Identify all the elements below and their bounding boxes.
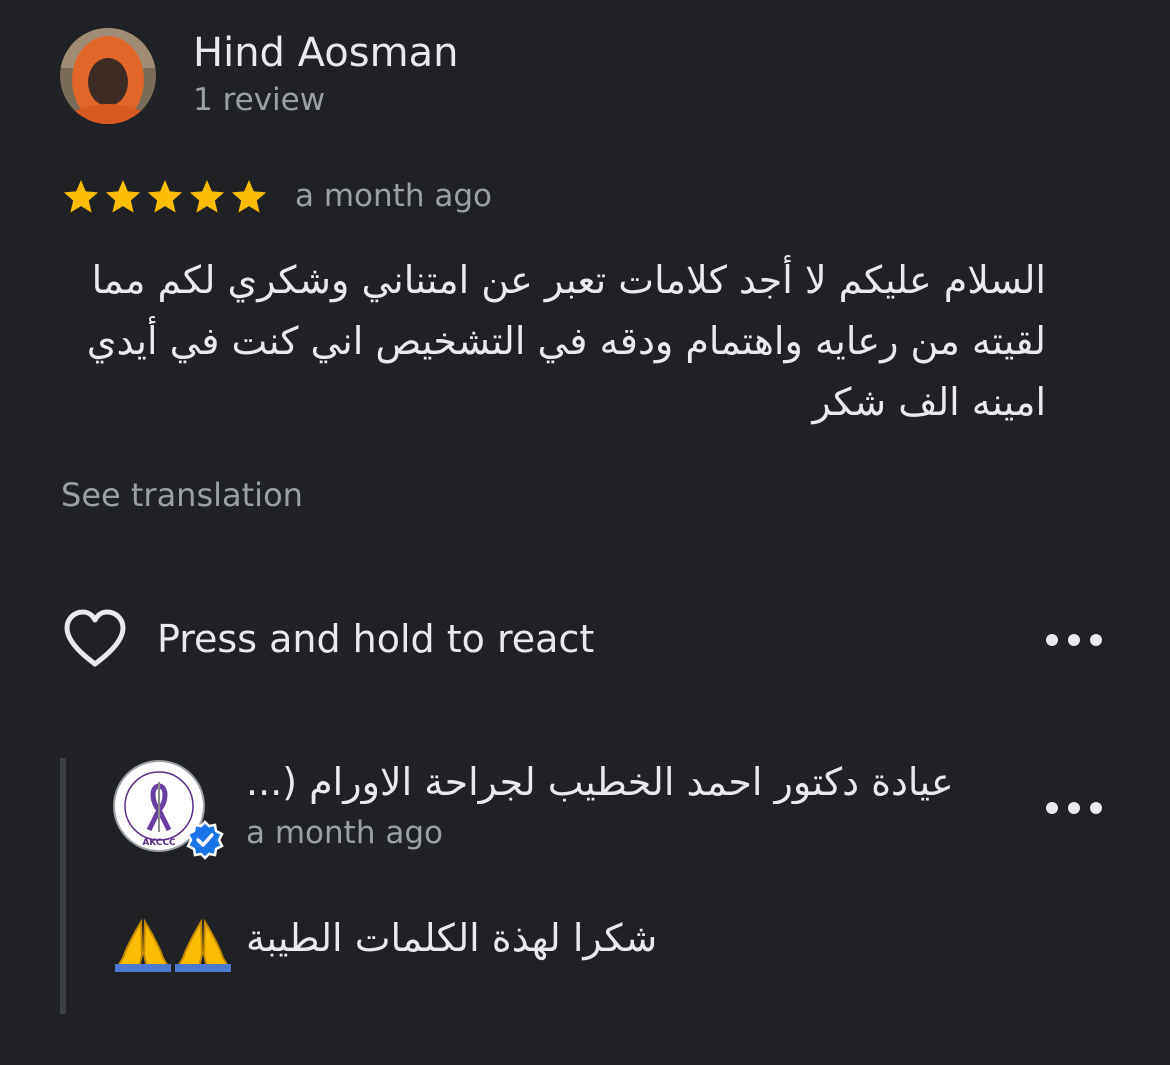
see-translation-link[interactable]: See translation	[61, 476, 303, 514]
star-icon	[147, 180, 183, 213]
review-text: السلام عليكم لا أجد كلامات تعبر عن امتنا…	[86, 258, 1046, 424]
more-horizontal-icon	[1046, 802, 1058, 814]
more-horizontal-icon	[1046, 634, 1058, 646]
owner-reply-text: شكرا لهذة الكلمات الطيبة	[246, 916, 658, 960]
star-icon	[189, 180, 225, 213]
more-horizontal-icon	[1068, 634, 1080, 646]
owner-reply-time: a month ago	[246, 815, 443, 851]
owner-avatar[interactable]: AKCCC	[113, 760, 225, 864]
praying-hands-icon	[175, 918, 231, 972]
more-horizontal-icon	[1068, 802, 1080, 814]
reply-more-options-button[interactable]	[1046, 796, 1102, 820]
reviewer-name[interactable]: Hind Aosman	[193, 30, 458, 76]
more-options-button[interactable]	[1046, 628, 1102, 652]
star-icon	[231, 180, 267, 213]
reviewer-review-count: 1 review	[193, 82, 326, 118]
praying-hands-icon	[115, 918, 171, 972]
star-rating	[61, 177, 269, 217]
reply-divider	[60, 758, 66, 1014]
review-time: a month ago	[295, 178, 492, 214]
heart-outline-icon	[64, 609, 126, 667]
star-icon	[105, 180, 141, 213]
react-button[interactable]: Press and hold to react	[62, 608, 594, 670]
more-horizontal-icon	[1090, 634, 1102, 646]
reviewer-avatar[interactable]	[60, 28, 156, 124]
owner-name[interactable]: عيادة دكتور احمد الخطيب لجراحة الاورام (…	[246, 760, 988, 804]
star-icon	[63, 180, 99, 213]
react-label: Press and hold to react	[157, 617, 595, 661]
verified-badge-icon	[186, 820, 224, 860]
more-horizontal-icon	[1090, 802, 1102, 814]
